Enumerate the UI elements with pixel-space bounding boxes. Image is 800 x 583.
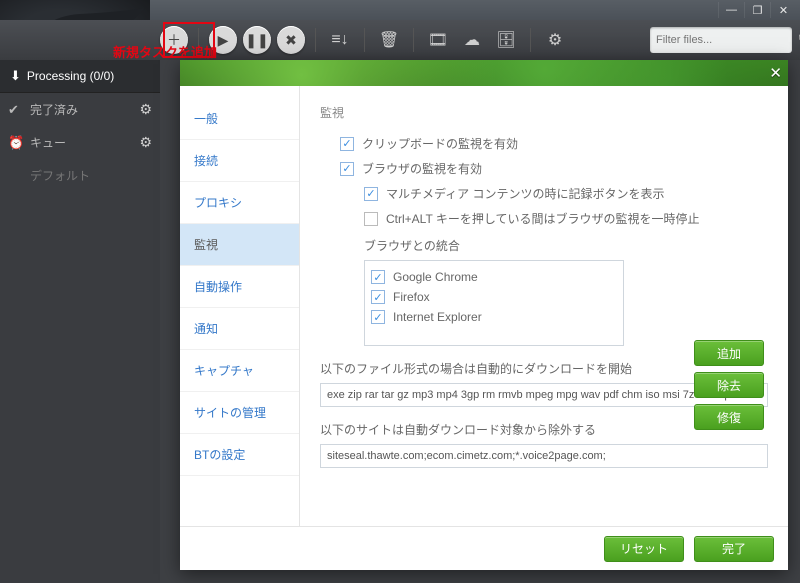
window-minimize[interactable]: — <box>718 2 744 18</box>
settings-dialog: ✕ 一般 接続 プロキシ 監視 自動操作 通知 キャプチャ サイトの管理 BTの… <box>180 60 788 570</box>
checkbox[interactable]: ✓ <box>371 310 385 324</box>
browser-label: Google Chrome <box>393 270 478 284</box>
media-button[interactable]: 🎞 <box>424 26 452 54</box>
done-button[interactable]: 完了 <box>694 536 774 562</box>
browser-item-chrome[interactable]: ✓ Google Chrome <box>371 267 617 287</box>
check-icon: ✔ <box>8 102 19 118</box>
download-icon: ⬇ <box>10 68 21 84</box>
trash-button[interactable]: 🗑 <box>375 26 403 54</box>
pause-button[interactable]: ❚❚ <box>243 26 271 54</box>
checkbox-ctrlalt[interactable]: ✓ <box>364 212 378 226</box>
browser-item-ie[interactable]: ✓ Internet Explorer <box>371 307 617 327</box>
sidebar-processing[interactable]: ⬇ Processing (0/0) <box>0 60 160 93</box>
row-browser: ✓ ブラウザの監視を有効 <box>340 160 768 177</box>
tab-general[interactable]: 一般 <box>180 98 299 140</box>
settings-tabs: 一般 接続 プロキシ 監視 自動操作 通知 キャプチャ サイトの管理 BTの設定 <box>180 86 300 526</box>
sidebar-item-completed[interactable]: ✔ 完了済み ⚙ <box>0 93 160 126</box>
sidebar-item-label: キュー <box>30 134 66 151</box>
panel-title: 監視 <box>320 104 768 121</box>
sidebar: ⬇ Processing (0/0) ✔ 完了済み ⚙ ⏰ キュー ⚙ デフォル… <box>0 60 160 583</box>
window-close[interactable]: ✕ <box>770 2 796 18</box>
settings-button[interactable]: ⚙ <box>541 26 569 54</box>
add-browser-button[interactable]: 追加 <box>694 340 764 366</box>
filter-input[interactable] <box>656 34 798 46</box>
checkbox[interactable]: ✓ <box>371 290 385 304</box>
clock-icon: ⏰ <box>8 135 24 151</box>
tab-connection[interactable]: 接続 <box>180 140 299 182</box>
checkbox-multimedia[interactable]: ✓ <box>364 187 378 201</box>
sort-button[interactable]: ≡↓ <box>326 26 354 54</box>
processing-label: Processing (0/0) <box>27 69 114 83</box>
cloud-download-button[interactable]: ☁ <box>458 26 486 54</box>
label-ctrlalt: Ctrl+ALT キーを押している間はブラウザの監視を一時停止 <box>386 210 700 227</box>
sidebar-item-queue[interactable]: ⏰ キュー ⚙ <box>0 126 160 159</box>
tab-site-management[interactable]: サイトの管理 <box>180 392 299 434</box>
checkbox-browser[interactable]: ✓ <box>340 162 354 176</box>
tab-automation[interactable]: 自動操作 <box>180 266 299 308</box>
reset-button[interactable]: リセット <box>604 536 684 562</box>
label-browser: ブラウザの監視を有効 <box>362 160 482 177</box>
sidebar-item-label: 完了済み <box>30 101 78 118</box>
label-multimedia: マルチメディア コンテンツの時に記録ボタンを表示 <box>386 185 665 202</box>
dialog-close-button[interactable]: ✕ <box>769 64 782 82</box>
label-clipboard: クリップボードの監視を有効 <box>362 135 518 152</box>
remove-browser-button[interactable]: 除去 <box>694 372 764 398</box>
dialog-header: ✕ <box>180 60 788 86</box>
tab-notification[interactable]: 通知 <box>180 308 299 350</box>
tab-proxy[interactable]: プロキシ <box>180 182 299 224</box>
gear-icon[interactable]: ⚙ <box>139 101 152 118</box>
window-maximize[interactable]: ❐ <box>744 2 770 18</box>
database-button[interactable]: 🗄 <box>492 26 520 54</box>
tab-bt-settings[interactable]: BTの設定 <box>180 434 299 476</box>
input-excludes[interactable] <box>320 444 768 468</box>
row-clipboard: ✓ クリップボードの監視を有効 <box>340 135 768 152</box>
tab-monitoring[interactable]: 監視 <box>180 224 299 266</box>
sidebar-item-default[interactable]: デフォルト <box>0 159 160 192</box>
tab-capture[interactable]: キャプチャ <box>180 350 299 392</box>
browser-label: Internet Explorer <box>393 310 482 324</box>
browser-item-firefox[interactable]: ✓ Firefox <box>371 287 617 307</box>
checkbox-clipboard[interactable]: ✓ <box>340 137 354 151</box>
annotation-label: 新規タスクを追加 <box>113 42 217 61</box>
row-ctrlalt: ✓ Ctrl+ALT キーを押している間はブラウザの監視を一時停止 <box>364 210 768 227</box>
checkbox[interactable]: ✓ <box>371 270 385 284</box>
stop-button[interactable]: ✖ <box>277 26 305 54</box>
gear-icon[interactable]: ⚙ <box>139 134 152 151</box>
settings-panel: 監視 ✓ クリップボードの監視を有効 ✓ ブラウザの監視を有効 ✓ マルチメディ… <box>300 86 788 526</box>
repair-browser-button[interactable]: 修復 <box>694 404 764 430</box>
filter-box: 🔍 <box>650 27 792 53</box>
sidebar-item-label: デフォルト <box>30 167 90 184</box>
browser-list: ✓ Google Chrome ✓ Firefox ✓ Internet Explor… <box>364 260 624 346</box>
label-integration: ブラウザとの統合 <box>364 237 768 254</box>
dialog-footer: リセット 完了 <box>180 526 788 570</box>
row-multimedia: ✓ マルチメディア コンテンツの時に記録ボタンを表示 <box>364 185 768 202</box>
browser-action-buttons: 追加 除去 修復 <box>694 340 764 430</box>
browser-label: Firefox <box>393 290 430 304</box>
